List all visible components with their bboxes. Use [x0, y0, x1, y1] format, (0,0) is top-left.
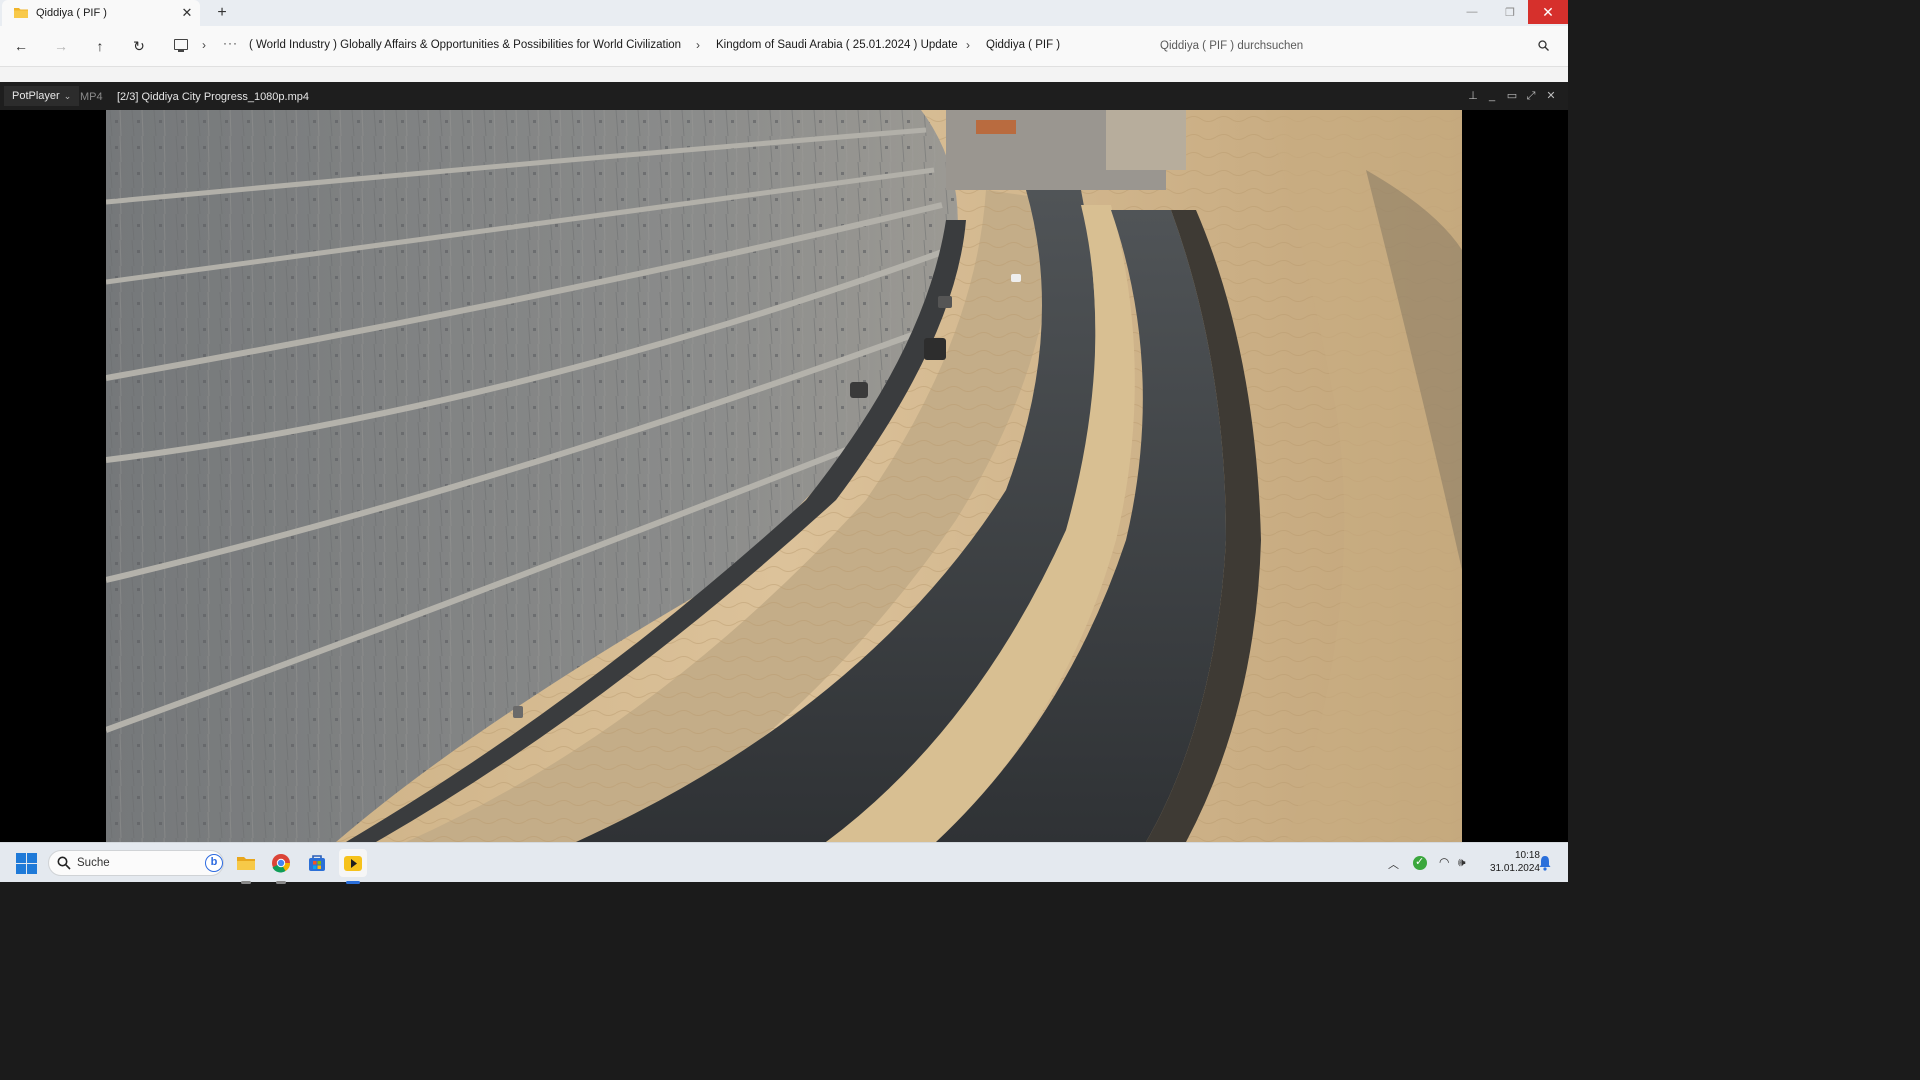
- microsoft-store-icon: [309, 855, 325, 871]
- breadcrumb-chevron-icon[interactable]: ›: [202, 38, 206, 52]
- video-frame[interactable]: [106, 110, 1462, 842]
- breadcrumb-chevron-icon[interactable]: ›: [696, 38, 700, 52]
- player-close-icon[interactable]: ✕: [1544, 89, 1558, 103]
- player-maximize-icon[interactable]: ▭: [1505, 89, 1519, 103]
- bing-icon[interactable]: b: [205, 854, 223, 872]
- running-indicator: [241, 881, 251, 884]
- chevron-down-icon: ⌄: [63, 91, 72, 101]
- player-fullscreen-icon[interactable]: ⤢: [1524, 89, 1538, 103]
- windows-start-icon[interactable]: [16, 853, 37, 874]
- construction-vehicle: [513, 706, 523, 718]
- this-pc-icon[interactable]: [174, 39, 188, 52]
- tab-close-icon[interactable]: ✕: [180, 6, 194, 20]
- construction-vehicle: [924, 338, 946, 360]
- wifi-icon[interactable]: ◠: [1439, 855, 1449, 869]
- taskbar-clock[interactable]: 10:18 31.01.2024: [1478, 849, 1540, 875]
- windows-taskbar: Suche b ︿ ✓ ◠ 🕪 10:18 31.01.2024: [0, 842, 1568, 884]
- breadcrumb-world-industry[interactable]: ( World Industry ) Globally Affairs & Op…: [249, 39, 681, 51]
- construction-vehicle: [1011, 274, 1021, 282]
- window-close-button[interactable]: ✕: [1528, 0, 1568, 24]
- tab-title: Qiddiya ( PIF ): [36, 7, 107, 19]
- explorer-command-bar-partial: [0, 66, 1568, 82]
- new-tab-plus-icon[interactable]: +: [214, 5, 230, 21]
- format-badge: MP4: [80, 91, 103, 103]
- explorer-search-box[interactable]: Qiddiya ( PIF ) durchsuchen: [1150, 32, 1562, 60]
- explorer-navigation-bar: ← → ↑ ↻ › ··· ( World Industry ) Globall…: [0, 26, 1568, 66]
- breadcrumb-chevron-icon[interactable]: ›: [966, 38, 970, 52]
- search-icon: [57, 856, 71, 870]
- volume-icon[interactable]: 🕪: [1458, 855, 1466, 870]
- video-frame-image: [106, 110, 1462, 842]
- clock-date: 31.01.2024: [1489, 863, 1540, 874]
- potplayer-window: PotPlayer ⌄ MP4 [2/3] Qiddiya City Progre…: [0, 82, 1568, 842]
- pin-icon[interactable]: ⊥: [1466, 89, 1480, 103]
- explorer-tab-strip: Qiddiya ( PIF ) ✕ + — ❐ ✕: [0, 0, 1568, 26]
- chrome-icon: [272, 854, 291, 873]
- show-hidden-icons-chevron-icon[interactable]: ︿: [1388, 856, 1399, 872]
- taskbar-microsoft-store[interactable]: [303, 849, 331, 877]
- back-arrow-icon[interactable]: ←: [12, 37, 30, 55]
- construction-vehicle: [850, 382, 868, 398]
- taskbar-search-label: Suche: [77, 857, 110, 869]
- active-indicator: [346, 881, 360, 884]
- potplayer-menu-label: PotPlayer: [12, 90, 60, 102]
- windows-security-icon[interactable]: [1413, 855, 1427, 870]
- breadcrumb-overflow-button[interactable]: ···: [223, 36, 238, 50]
- up-arrow-icon[interactable]: ↑: [91, 37, 109, 55]
- search-icon: [1538, 40, 1549, 51]
- video-file-title: [2/3] Qiddiya City Progress_1080p.mp4: [117, 91, 309, 103]
- window-restore-button[interactable]: ❐: [1490, 0, 1530, 24]
- window-minimize-button[interactable]: —: [1452, 0, 1492, 24]
- taskbar-file-explorer[interactable]: [232, 849, 260, 884]
- folder-icon: [14, 8, 28, 18]
- explorer-tab[interactable]: Qiddiya ( PIF ) ✕: [2, 0, 200, 26]
- taskbar-search-box[interactable]: Suche b: [48, 850, 224, 876]
- file-explorer-icon: [237, 857, 255, 870]
- taskbar-chrome[interactable]: [267, 849, 295, 884]
- running-indicator: [276, 881, 286, 884]
- search-placeholder: Qiddiya ( PIF ) durchsuchen: [1160, 40, 1304, 52]
- forward-arrow-icon[interactable]: →: [52, 37, 70, 55]
- refresh-icon[interactable]: ↻: [130, 37, 148, 55]
- construction-vehicle: [938, 296, 952, 308]
- player-title-bar: PotPlayer ⌄ MP4 [2/3] Qiddiya City Progre…: [0, 82, 1568, 110]
- breadcrumb-qiddiya[interactable]: Qiddiya ( PIF ): [986, 39, 1060, 51]
- player-minimize-icon[interactable]: _: [1485, 89, 1499, 103]
- notification-bell-icon[interactable]: [1538, 855, 1552, 871]
- potplayer-icon: [344, 856, 362, 871]
- taskbar-potplayer[interactable]: [339, 849, 367, 884]
- clock-time: 10:18: [1514, 850, 1540, 861]
- potplayer-menu-button[interactable]: PotPlayer ⌄: [4, 86, 80, 106]
- breadcrumb-saudi-arabia[interactable]: Kingdom of Saudi Arabia ( 25.01.2024 ) U…: [716, 39, 958, 51]
